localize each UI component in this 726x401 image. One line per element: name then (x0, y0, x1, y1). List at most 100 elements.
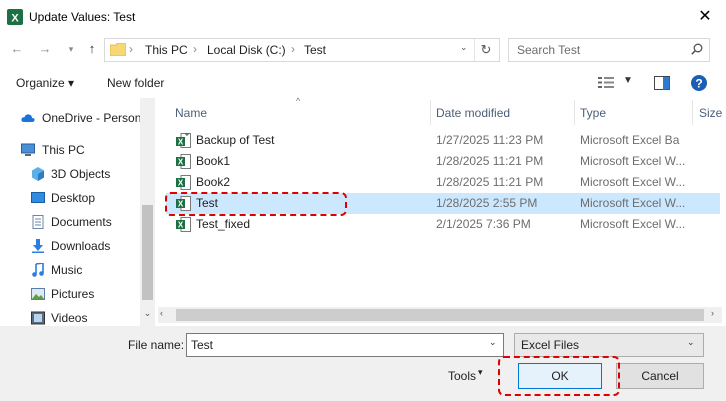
nav-scroll-down-chevron-icon[interactable]: ⌄ (140, 308, 155, 319)
nav-item-label: This PC (42, 143, 85, 157)
column-header-size[interactable]: Size (699, 106, 722, 120)
nav-item-label: Videos (51, 311, 88, 325)
file-date: 1/28/2025 11:21 PM (436, 154, 544, 168)
file-row[interactable]: X Book2 1/28/2025 11:21 PM Microsoft Exc… (166, 172, 720, 193)
search-input[interactable]: Search Test (508, 38, 710, 62)
breadcrumb-local-disk[interactable]: Local Disk (C:) (207, 43, 286, 57)
file-date: 1/28/2025 2:55 PM (436, 196, 538, 210)
excel-backup-file-icon: X (176, 133, 191, 148)
download-icon (32, 239, 44, 253)
desktop-icon (31, 192, 45, 203)
forward-arrow-icon[interactable]: → (36, 40, 54, 58)
tools-menu[interactable]: Tools (448, 369, 476, 383)
file-row[interactable]: X Test_fixed 2/1/2025 7:36 PM Microsoft … (166, 214, 720, 235)
cancel-button[interactable]: Cancel (616, 363, 704, 389)
recent-locations-chevron-icon[interactable]: ▾ (62, 40, 80, 58)
refresh-icon[interactable]: ↻ (474, 39, 497, 61)
back-arrow-icon[interactable]: ← (8, 40, 26, 58)
cloud-icon (21, 114, 35, 122)
help-icon[interactable]: ? (691, 75, 707, 91)
search-placeholder: Search Test (517, 43, 581, 57)
file-name-dropdown-chevron-icon[interactable]: ⌄ (489, 337, 497, 348)
file-name: Backup of Test (196, 133, 275, 147)
documents-icon (32, 215, 44, 229)
highlight-annotation (165, 192, 347, 216)
navigation-pane: OneDrive - Person This PC 3D Objects Des… (0, 98, 155, 326)
file-type-dropdown-chevron-icon[interactable]: ⌄ (687, 337, 695, 348)
address-dropdown-chevron-icon[interactable]: ⌄ (460, 42, 468, 53)
preview-pane-icon[interactable] (654, 76, 670, 90)
file-row[interactable]: X Book1 1/28/2025 11:21 PM Microsoft Exc… (166, 151, 720, 172)
nav-item-downloads[interactable]: Downloads (0, 235, 140, 257)
nav-item-label: Pictures (51, 287, 95, 301)
file-row[interactable]: X Backup of Test 1/27/2025 11:23 PM Micr… (166, 130, 720, 151)
organize-menu[interactable]: Organize ▾ (16, 76, 74, 90)
nav-item-label: OneDrive - Person (42, 111, 142, 125)
svg-text:X: X (178, 221, 184, 230)
highlight-annotation (498, 356, 620, 396)
close-button[interactable]: ✕ (690, 4, 720, 30)
file-list-header: ^ Name Date modified Type Size (166, 96, 726, 125)
folder-icon (110, 43, 126, 56)
excel-file-icon: X (176, 217, 191, 232)
nav-item-label: Desktop (51, 191, 96, 205)
view-options-chevron-icon[interactable]: ▼ (623, 75, 633, 86)
scroll-right-chevron-icon[interactable]: › (711, 308, 714, 318)
column-header-date-modified[interactable]: Date modified (436, 106, 510, 120)
nav-item-label: Downloads (51, 239, 111, 253)
nav-item-music[interactable]: Music (0, 259, 140, 281)
tools-chevron-icon[interactable]: ▾ (478, 367, 483, 378)
svg-text:X: X (11, 13, 19, 25)
nav-item-this-pc[interactable]: This PC (0, 139, 140, 161)
breadcrumb-test[interactable]: Test (304, 43, 326, 57)
column-divider[interactable] (574, 100, 575, 125)
pictures-icon (31, 288, 45, 300)
column-divider[interactable] (692, 100, 693, 125)
file-name: Book2 (196, 175, 231, 189)
nav-item-videos[interactable]: Videos (0, 307, 140, 326)
nav-item-documents[interactable]: Documents (0, 211, 140, 233)
file-type: Microsoft Excel W... (580, 196, 686, 210)
file-date: 1/28/2025 11:21 PM (436, 175, 544, 189)
music-icon (32, 263, 44, 277)
nav-item-desktop[interactable]: Desktop (0, 187, 140, 209)
file-type: Microsoft Excel W... (580, 154, 686, 168)
computer-icon (21, 143, 35, 156)
breadcrumb-this-pc[interactable]: This PC (145, 43, 188, 57)
up-arrow-icon[interactable]: ↑ (83, 40, 101, 58)
file-date: 1/27/2025 11:23 PM (436, 133, 544, 147)
nav-item-onedrive[interactable]: OneDrive - Person (0, 107, 142, 129)
nav-item-3d-objects[interactable]: 3D Objects (0, 163, 140, 185)
horizontal-scrollbar-thumb[interactable] (176, 309, 704, 321)
svg-text:X: X (178, 158, 184, 167)
nav-scrollbar-thumb[interactable] (142, 205, 153, 300)
column-divider[interactable] (430, 100, 431, 125)
file-name-value: Test (191, 338, 214, 352)
svg-text:X: X (178, 179, 184, 188)
column-header-type[interactable]: Type (580, 106, 606, 120)
breadcrumb-separator: › (129, 42, 133, 56)
file-type-select[interactable]: Excel Files ⌄ (514, 333, 704, 357)
nav-item-label: Documents (51, 215, 112, 229)
breadcrumb-separator: › (291, 42, 295, 56)
file-name: Book1 (196, 154, 231, 168)
excel-app-icon: X (7, 9, 23, 25)
file-type: Microsoft Excel Ba (580, 133, 680, 147)
column-header-name[interactable]: Name (175, 106, 207, 120)
file-type-value: Excel Files (521, 338, 580, 352)
nav-item-pictures[interactable]: Pictures (0, 283, 140, 305)
search-icon (691, 43, 703, 55)
address-bar[interactable]: › This PC › Local Disk (C:) › Test ⌄ (104, 38, 500, 62)
file-type: Microsoft Excel W... (580, 217, 686, 231)
videos-icon (31, 311, 45, 325)
file-type: Microsoft Excel W... (580, 175, 686, 189)
details-view-icon[interactable] (598, 76, 614, 89)
nav-item-label: 3D Objects (51, 167, 111, 181)
file-name-label: File name: (128, 338, 185, 352)
sort-ascending-chevron-icon: ^ (296, 96, 301, 106)
svg-text:?: ? (695, 76, 702, 90)
new-folder-button[interactable]: New folder (107, 76, 164, 90)
scroll-left-chevron-icon[interactable]: ‹ (160, 308, 163, 318)
file-name-input[interactable]: Test ⌄ (186, 333, 504, 357)
file-date: 2/1/2025 7:36 PM (436, 217, 531, 231)
